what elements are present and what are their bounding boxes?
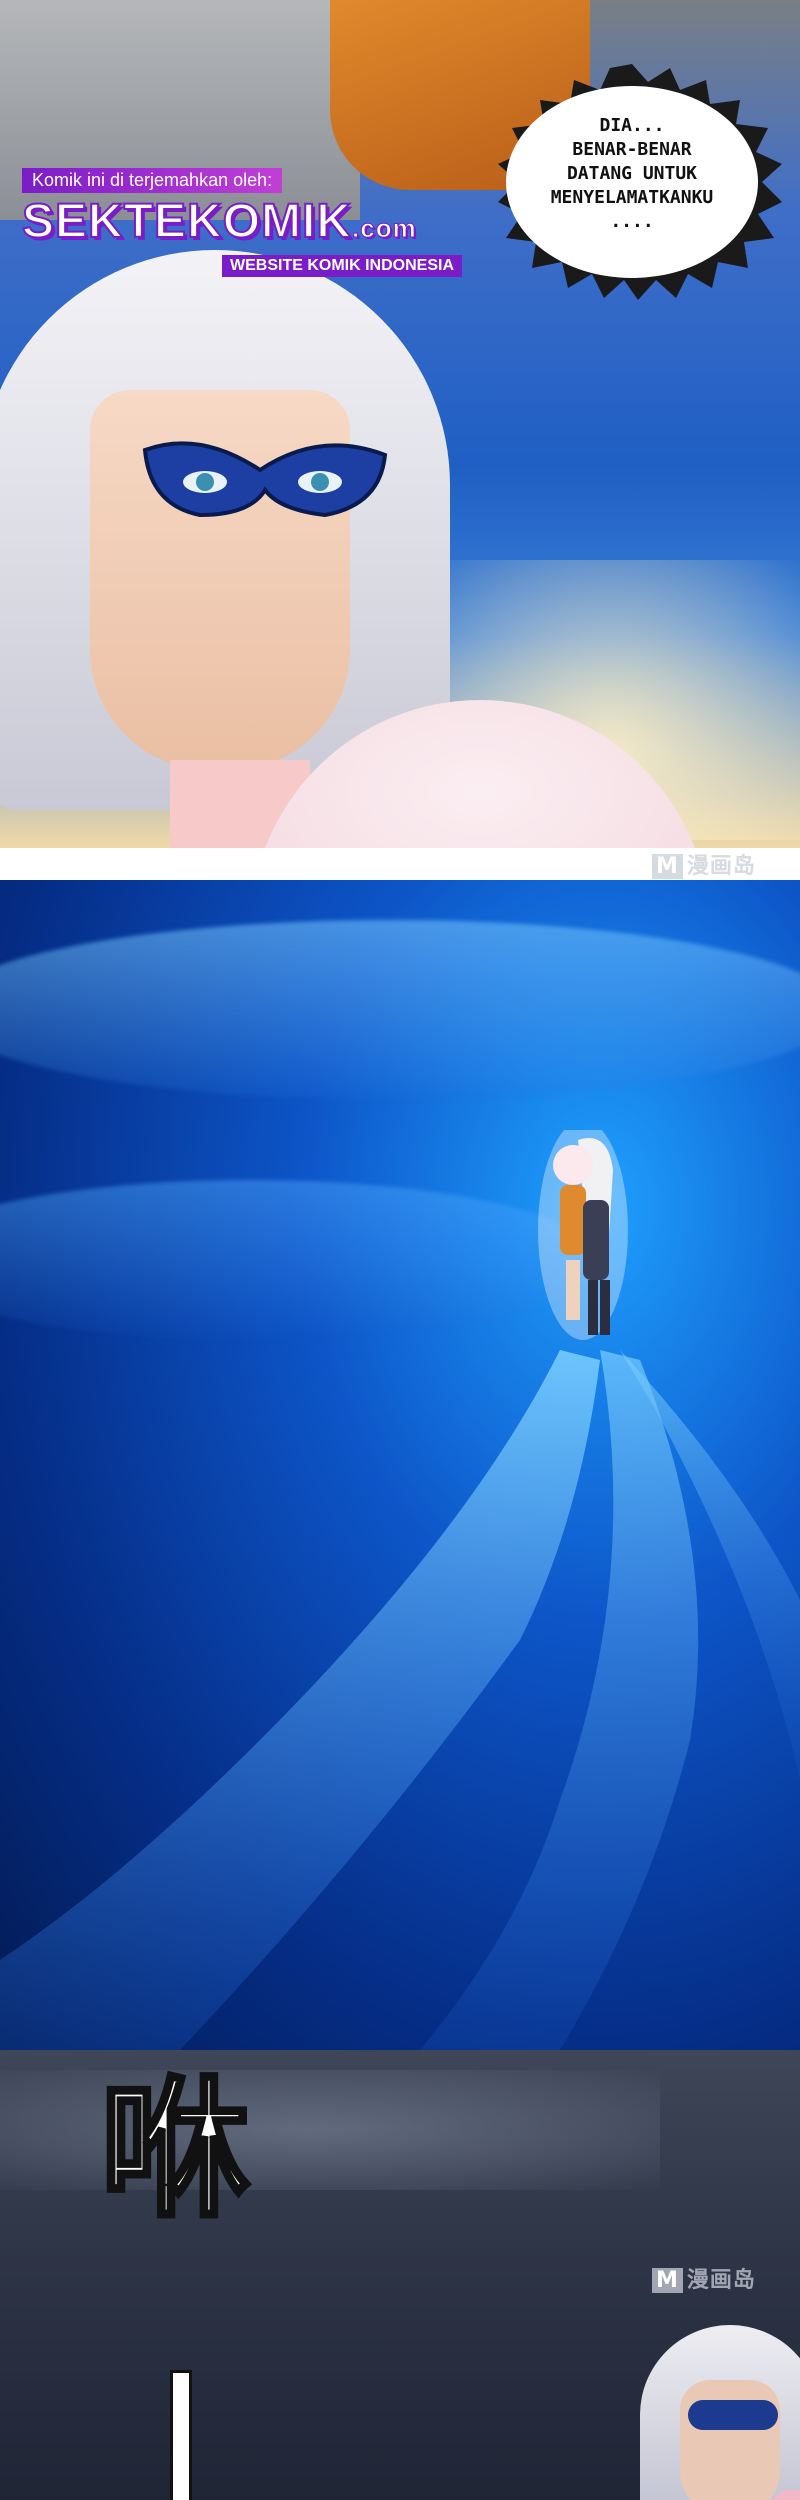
sound-effect: 咻 bbox=[98, 2062, 252, 2238]
sound-effect-stroke bbox=[170, 2370, 192, 2500]
panel-masked-hero: Komik ini di terjemahkan oleh: SEKTEKOMI… bbox=[0, 0, 800, 848]
watermark: M 漫画岛 bbox=[652, 848, 756, 880]
scanlator-logo-text: SEKTEKOMIK bbox=[21, 194, 353, 249]
watermark: M 漫画岛 bbox=[652, 2262, 756, 2294]
scanlator-logo-domain: .com bbox=[352, 213, 417, 244]
scanlator-banner: Komik ini di terjemahkan oleh: SEKTEKOMI… bbox=[21, 168, 502, 277]
watermark-badge: M bbox=[652, 854, 683, 879]
night-cloud bbox=[0, 2070, 660, 2190]
speech-bubble: DIA... BENAR-BENAR DATANG UNTUK MENYELAM… bbox=[478, 60, 786, 300]
floating-couple bbox=[538, 1130, 628, 1340]
blue-mask-icon bbox=[688, 2400, 778, 2430]
watermark-text: 漫画岛 bbox=[686, 2268, 756, 2293]
scanlator-subtitle: WEBSITE KOMIK INDONESIA bbox=[222, 255, 463, 277]
blue-mask-icon bbox=[142, 441, 388, 518]
watermark-text: 漫画岛 bbox=[686, 854, 756, 879]
speech-text: DIA... BENAR-BENAR DATANG UNTUK MENYELAM… bbox=[550, 115, 714, 232]
watermark-badge: M bbox=[652, 2268, 683, 2293]
scanlator-credit: Komik ini di terjemahkan oleh: bbox=[22, 168, 283, 193]
water-trail bbox=[0, 1350, 800, 2050]
hero-face bbox=[680, 2380, 780, 2500]
scanlator-logo: SEKTEKOMIK.com bbox=[21, 194, 502, 255]
panel-ocean bbox=[0, 880, 800, 2050]
